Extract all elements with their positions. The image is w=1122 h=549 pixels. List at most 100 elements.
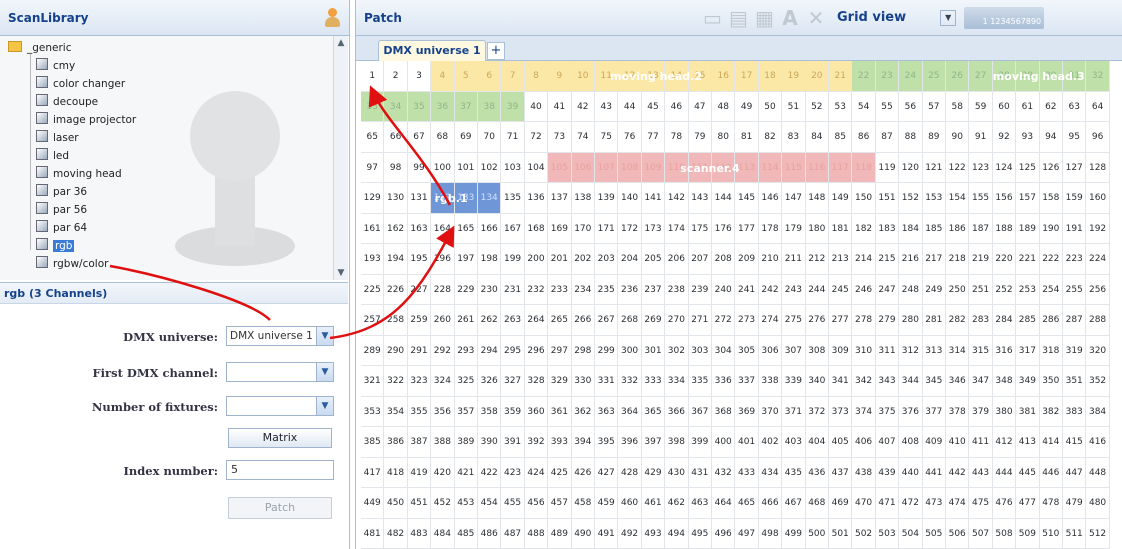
dmx-channel-cell[interactable]: 89: [922, 122, 946, 153]
dmx-channel-cell[interactable]: 319: [1063, 335, 1087, 366]
dmx-channel-cell[interactable]: 368: [712, 396, 736, 427]
dmx-channel-cell[interactable]: 507: [969, 518, 993, 549]
dmx-channel-cell[interactable]: 447: [1063, 457, 1087, 488]
first-channel-select[interactable]: ▼: [226, 362, 334, 382]
dmx-channel-cell[interactable]: 52: [805, 91, 829, 122]
dmx-channel-cell[interactable]: 449: [361, 488, 385, 519]
dmx-channel-cell[interactable]: 133: [454, 183, 478, 214]
dmx-channel-cell[interactable]: 376: [899, 396, 923, 427]
dmx-channel-cell[interactable]: 175: [688, 213, 712, 244]
dmx-channel-cell[interactable]: 257: [361, 305, 385, 336]
dmx-channel-cell[interactable]: 32: [1086, 61, 1110, 92]
dmx-channel-cell[interactable]: 386: [384, 427, 408, 458]
dmx-channel-cell[interactable]: 234: [571, 274, 595, 305]
dmx-channel-cell[interactable]: 510: [1039, 518, 1063, 549]
dmx-channel-cell[interactable]: 33: [361, 91, 385, 122]
dmx-channel-cell[interactable]: 484: [431, 518, 455, 549]
dmx-channel-cell[interactable]: 333: [641, 366, 666, 397]
dmx-channel-cell[interactable]: 105: [548, 152, 572, 183]
dmx-channel-cell[interactable]: 253: [1016, 274, 1040, 305]
add-tab-button[interactable]: +: [487, 42, 505, 60]
dmx-channel-cell[interactable]: 238: [665, 274, 689, 305]
dmx-channel-cell[interactable]: 102: [478, 152, 502, 183]
dmx-channel-cell[interactable]: 215: [875, 244, 900, 275]
dmx-channel-cell[interactable]: 338: [758, 366, 783, 397]
dmx-channel-cell[interactable]: 357: [454, 396, 478, 427]
dmx-channel-cell[interactable]: 304: [712, 335, 736, 366]
dmx-channel-cell[interactable]: 384: [1086, 396, 1110, 427]
dmx-channel-cell[interactable]: 464: [712, 488, 736, 519]
dmx-channel-cell[interactable]: 267: [595, 305, 619, 336]
dmx-channel-cell[interactable]: 512: [1086, 518, 1110, 549]
dmx-channel-cell[interactable]: 422: [478, 457, 502, 488]
dmx-channel-cell[interactable]: 351: [1063, 366, 1087, 397]
dmx-channel-cell[interactable]: 365: [641, 396, 666, 427]
dmx-channel-cell[interactable]: 321: [361, 366, 385, 397]
dmx-channel-cell[interactable]: 21: [829, 61, 853, 92]
dmx-channel-cell[interactable]: 208: [712, 244, 736, 275]
dmx-channel-cell[interactable]: 488: [524, 518, 549, 549]
dmx-channel-cell[interactable]: 123: [969, 152, 993, 183]
dmx-channel-cell[interactable]: 402: [758, 427, 783, 458]
dmx-channel-cell[interactable]: 85: [829, 122, 853, 153]
dmx-channel-cell[interactable]: 291: [407, 335, 432, 366]
dmx-channel-cell[interactable]: 138: [571, 183, 595, 214]
dmx-channel-cell[interactable]: 311: [875, 335, 900, 366]
dmx-channel-cell[interactable]: 178: [758, 213, 783, 244]
dmx-channel-cell[interactable]: 149: [829, 183, 853, 214]
dmx-channel-cell[interactable]: 451: [407, 488, 432, 519]
dmx-channel-cell[interactable]: 82: [758, 122, 783, 153]
dmx-channel-cell[interactable]: 433: [735, 457, 759, 488]
dmx-channel-cell[interactable]: 233: [548, 274, 572, 305]
dmx-channel-cell[interactable]: 260: [431, 305, 455, 336]
dmx-channel-cell[interactable]: 110: [665, 152, 689, 183]
dmx-channel-cell[interactable]: 42: [571, 91, 595, 122]
dmx-channel-cell[interactable]: 177: [735, 213, 759, 244]
dmx-channel-cell[interactable]: 382: [1039, 396, 1063, 427]
dmx-channel-cell[interactable]: 246: [852, 274, 876, 305]
dmx-channel-cell[interactable]: 500: [805, 518, 829, 549]
dmx-channel-cell[interactable]: 9: [548, 61, 572, 92]
dmx-channel-cell[interactable]: 5: [454, 61, 478, 92]
dmx-channel-cell[interactable]: 336: [712, 366, 736, 397]
dmx-channel-cell[interactable]: 166: [478, 213, 502, 244]
fixtures-select[interactable]: ▼: [226, 396, 334, 416]
dmx-channel-cell[interactable]: 310: [852, 335, 876, 366]
dmx-channel-cell[interactable]: 479: [1063, 488, 1087, 519]
dmx-channel-cell[interactable]: 323: [407, 366, 432, 397]
dmx-channel-cell[interactable]: 206: [665, 244, 689, 275]
dmx-channel-cell[interactable]: 331: [595, 366, 619, 397]
dmx-channel-cell[interactable]: 348: [992, 366, 1017, 397]
dmx-channel-cell[interactable]: 91: [969, 122, 993, 153]
dmx-channel-cell[interactable]: 255: [1063, 274, 1087, 305]
dmx-channel-cell[interactable]: 340: [805, 366, 829, 397]
dmx-channel-cell[interactable]: 48: [712, 91, 736, 122]
dmx-channel-cell[interactable]: 398: [665, 427, 689, 458]
dmx-channel-cell[interactable]: 468: [805, 488, 829, 519]
dmx-channel-cell[interactable]: 405: [829, 427, 853, 458]
dmx-channel-cell[interactable]: 34: [384, 91, 408, 122]
dmx-channel-cell[interactable]: 60: [992, 91, 1017, 122]
dmx-channel-cell[interactable]: 156: [992, 183, 1017, 214]
dmx-channel-cell[interactable]: 494: [665, 518, 689, 549]
dmx-channel-cell[interactable]: 343: [875, 366, 900, 397]
delete-icon[interactable]: ✕: [807, 8, 825, 28]
dmx-channel-cell[interactable]: 74: [571, 122, 595, 153]
dmx-channel-cell[interactable]: 79: [688, 122, 712, 153]
dmx-channel-cell[interactable]: 153: [922, 183, 946, 214]
dmx-channel-cell[interactable]: 261: [454, 305, 478, 336]
dmx-channel-cell[interactable]: 22: [852, 61, 876, 92]
dmx-channel-cell[interactable]: 453: [454, 488, 478, 519]
dmx-channel-cell[interactable]: 214: [852, 244, 876, 275]
dmx-channel-cell[interactable]: 437: [829, 457, 853, 488]
dmx-channel-cell[interactable]: 275: [782, 305, 806, 336]
dmx-channel-cell[interactable]: 11: [595, 61, 619, 92]
dmx-channel-cell[interactable]: 258: [384, 305, 408, 336]
dmx-channel-cell[interactable]: 274: [758, 305, 783, 336]
dmx-channel-cell[interactable]: 350: [1039, 366, 1063, 397]
dmx-channel-cell[interactable]: 131: [407, 183, 432, 214]
dmx-channel-cell[interactable]: 432: [712, 457, 736, 488]
dmx-channel-cell[interactable]: 452: [431, 488, 455, 519]
dmx-channel-cell[interactable]: 475: [969, 488, 993, 519]
dmx-channel-cell[interactable]: 24: [899, 61, 923, 92]
